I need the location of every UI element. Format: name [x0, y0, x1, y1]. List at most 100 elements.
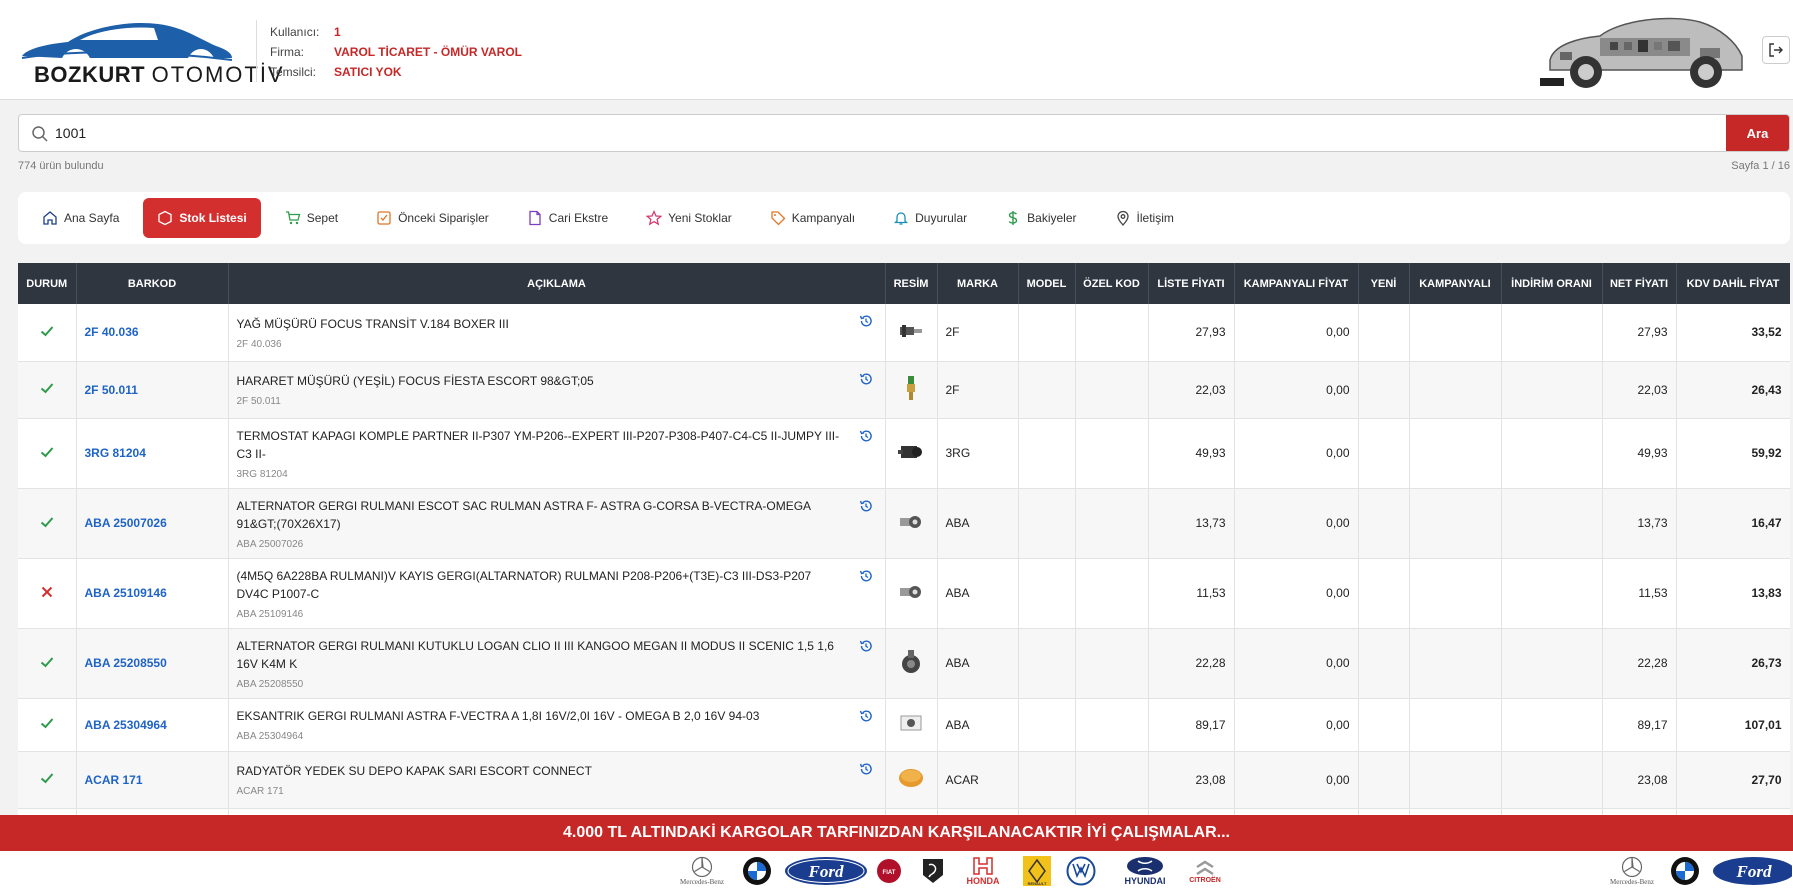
product-image	[898, 445, 922, 458]
history-icon[interactable]	[859, 709, 873, 723]
yeni-cell	[1358, 558, 1410, 629]
search-button[interactable]: Ara	[1726, 115, 1789, 151]
nav-cari-ekstre[interactable]: Cari Ekstre	[513, 198, 622, 238]
liste-fiyati-cell: 22,03	[1148, 361, 1235, 419]
brand-label: CITROËN	[1189, 876, 1221, 884]
image-cell[interactable]	[885, 488, 938, 559]
ozel-kod-cell	[1075, 558, 1149, 629]
table-row[interactable]: ABA 25007026 ALTERNATOR GERGI RULMANI ESC…	[18, 488, 1790, 559]
barkod-link[interactable]: ACAR 171	[85, 773, 143, 787]
barkod-link[interactable]: 2F 50.011	[85, 383, 138, 397]
marka-cell: ACAR	[937, 751, 1019, 809]
col-header-model[interactable]: MODEL	[1018, 263, 1076, 304]
volkswagen-logo	[1066, 855, 1096, 887]
col-header-aciklama[interactable]: AÇIKLAMA	[228, 263, 886, 304]
nav-duyurular[interactable]: Duyurular	[879, 198, 981, 238]
col-header-net-fiyati[interactable]: NET FİYATI	[1602, 263, 1677, 304]
image-cell[interactable]	[885, 698, 938, 752]
logout-button[interactable]	[1762, 36, 1790, 64]
barkod-link[interactable]: ABA 25007026	[85, 516, 167, 530]
nav-sepet[interactable]: Sepet	[271, 198, 352, 238]
table-row[interactable]: 2F 40.036 YAĞ MÜŞÜRÜ FOCUS TRANSİT V.184 …	[18, 304, 1790, 362]
history-icon[interactable]	[859, 372, 873, 386]
header-divider	[256, 20, 257, 82]
col-header-liste-fiyati[interactable]: LİSTE FİYATI	[1148, 263, 1235, 304]
bmw-roundel-icon	[1671, 857, 1699, 885]
description-cell: RADYATÖR YEDEK SU DEPO KAPAK SARI ESCORT…	[228, 751, 886, 809]
status-cell	[18, 488, 77, 559]
page-indicator: Sayfa 1 / 16	[1731, 160, 1790, 172]
kampanyali-cell	[1409, 418, 1502, 489]
nav-iletisim[interactable]: İletişim	[1101, 198, 1188, 238]
nav-kampanyali[interactable]: Kampanyalı	[756, 198, 869, 238]
col-header-durum[interactable]: DURUM	[18, 263, 77, 304]
ford-oval-icon: Ford	[785, 857, 867, 885]
company-label: Firma:	[270, 45, 304, 59]
nav-bakiyeler[interactable]: Bakiyeler	[991, 198, 1090, 238]
bozkurt-logo[interactable]: BOZKURT OTOMOTİV	[18, 18, 283, 88]
search-input[interactable]	[55, 119, 1735, 147]
history-icon[interactable]	[859, 569, 873, 583]
image-cell[interactable]	[885, 558, 938, 629]
col-header-indirim-orani[interactable]: İNDİRİM ORANI	[1501, 263, 1603, 304]
nav-yeni-stoklar[interactable]: Yeni Stoklar	[632, 198, 746, 238]
history-icon[interactable]	[859, 499, 873, 513]
indirim-orani-cell	[1501, 751, 1603, 809]
table-row[interactable]: ABA 25208550 ALTERNATOR GERGI RULMANI KUT…	[18, 628, 1790, 699]
history-icon[interactable]	[859, 639, 873, 653]
image-cell[interactable]	[885, 361, 938, 419]
col-header-marka[interactable]: MARKA	[937, 263, 1019, 304]
col-header-kampanyali[interactable]: KAMPANYALI	[1409, 263, 1502, 304]
kampanyali-fiyat-cell: 0,00	[1234, 488, 1359, 559]
table-row[interactable]: ABA 25109146 (4M5Q 6A228BA RULMANI)V KAYI…	[18, 558, 1790, 629]
marka-cell: 2F	[937, 361, 1019, 419]
barkod-link[interactable]: 3RG 81204	[85, 446, 146, 460]
image-cell[interactable]	[885, 418, 938, 489]
barkod-link[interactable]: 2F 40.036	[85, 325, 139, 339]
table-row[interactable]: 2F 50.011 HARARET MÜŞÜRÜ (YEŞİL) FOCUS Fİ…	[18, 361, 1790, 419]
history-icon[interactable]	[859, 314, 873, 328]
status-cell	[18, 361, 77, 419]
stock-table-container[interactable]: DURUM BARKOD AÇIKLAMA RESİM MARKA MODEL …	[18, 263, 1790, 816]
image-cell[interactable]	[885, 304, 938, 362]
model-cell	[1018, 361, 1076, 419]
col-header-kdv-dahil-fiyat[interactable]: KDV DAHİL FİYAT	[1676, 263, 1790, 304]
mercedes-logo: Mercedes-Benz	[672, 855, 732, 887]
kampanyali-fiyat-cell: 0,00	[1234, 558, 1359, 629]
barkod-link[interactable]: ABA 25109146	[85, 586, 167, 600]
model-cell	[1018, 628, 1076, 699]
nav-onceki-siparisler[interactable]: Önceki Siparişler	[362, 198, 503, 238]
net-fiyati-cell: 23,08	[1602, 751, 1677, 809]
history-icon[interactable]	[859, 429, 873, 443]
product-image	[900, 585, 921, 598]
representative-value: SATICI YOK	[334, 65, 402, 79]
yeni-cell	[1358, 628, 1410, 699]
honda-h-icon	[973, 857, 993, 875]
indirim-orani-cell	[1501, 558, 1603, 629]
image-cell[interactable]	[885, 628, 938, 699]
marka-cell: ABA	[937, 698, 1019, 752]
history-icon[interactable]	[859, 762, 873, 776]
ozel-kod-cell	[1075, 418, 1149, 489]
table-row[interactable]: 3RG 81204 TERMOSTAT KAPAGI KOMPLE PARTNER…	[18, 418, 1790, 489]
col-header-yeni[interactable]: YENİ	[1358, 263, 1410, 304]
net-fiyati-cell: 22,28	[1602, 628, 1677, 699]
image-cell[interactable]	[885, 751, 938, 809]
nav-stok-listesi[interactable]: Stok Listesi	[143, 198, 261, 238]
barkod-link[interactable]: ABA 25208550	[85, 656, 167, 670]
barkod-cell: ABA 25109146	[76, 558, 229, 629]
table-row[interactable]: ACAR 171 RADYATÖR YEDEK SU DEPO KAPAK SAR…	[18, 751, 1790, 809]
col-header-resim[interactable]: RESİM	[885, 263, 938, 304]
kampanyali-fiyat-cell: 0,00	[1234, 628, 1359, 699]
liste-fiyati-cell: 89,17	[1148, 698, 1235, 752]
status-cell	[18, 751, 77, 809]
nav-label: Yeni Stoklar	[668, 211, 732, 225]
nav-ana-sayfa[interactable]: Ana Sayfa	[28, 198, 133, 238]
table-row[interactable]: ABA 25304964 EKSANTRIK GERGI RULMANI ASTR…	[18, 698, 1790, 752]
col-header-barkod[interactable]: BARKOD	[76, 263, 229, 304]
barkod-link[interactable]: ABA 25304964	[85, 718, 167, 732]
col-header-kampanyali-fiyat[interactable]: KAMPANYALI FİYAT	[1234, 263, 1359, 304]
brand-label: HYUNDAI	[1124, 876, 1166, 886]
col-header-ozel-kod[interactable]: ÖZEL KOD	[1075, 263, 1149, 304]
brand-label: Mercedes-Benz	[1610, 878, 1654, 886]
